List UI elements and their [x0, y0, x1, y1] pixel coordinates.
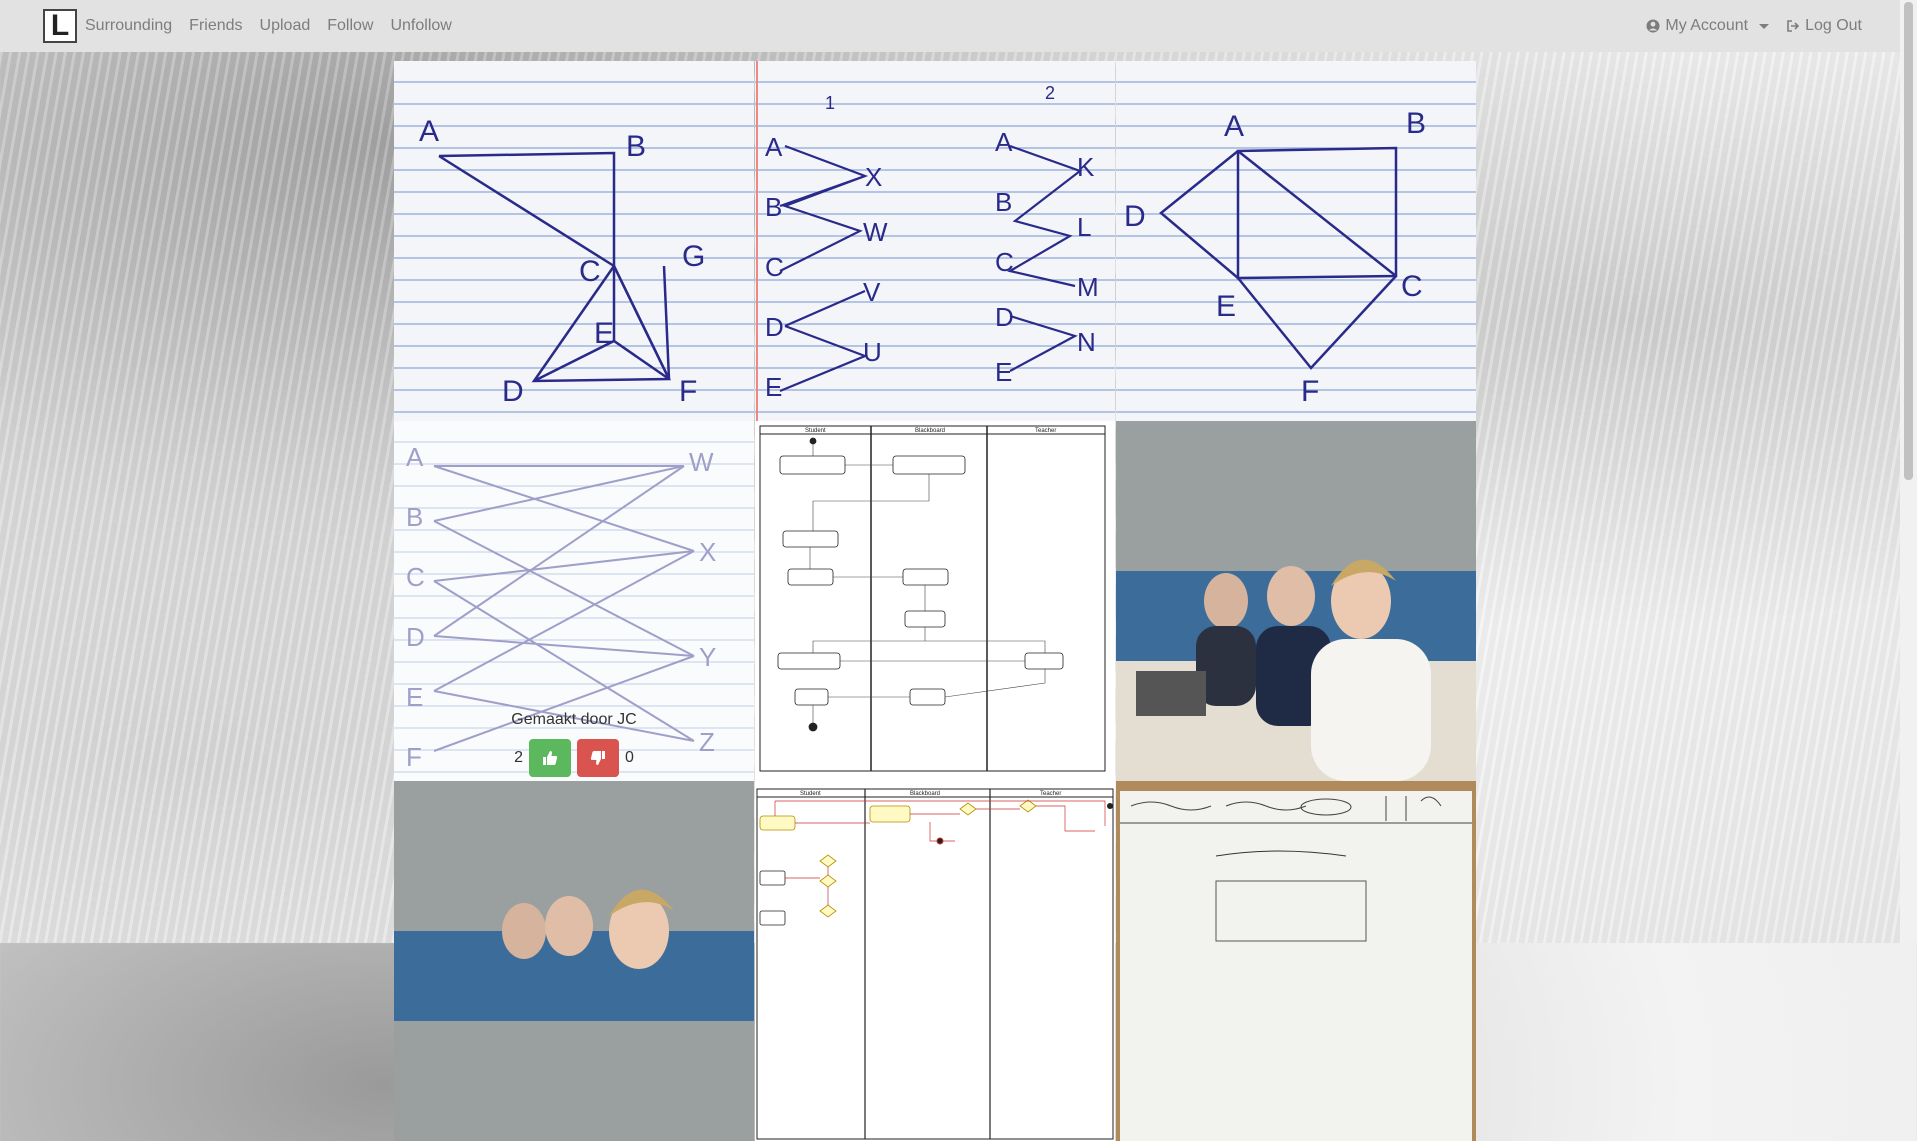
sketch-letter: D: [765, 312, 784, 342]
sign-out-icon: [1787, 20, 1800, 32]
my-account-label: My Account: [1665, 17, 1749, 34]
top-navbar: L Surrounding Friends Upload Follow Unfo…: [0, 0, 1900, 52]
sketch-letter: U: [863, 337, 882, 367]
sketch-letter: A: [765, 132, 783, 162]
sketch-letter: C: [1401, 270, 1423, 303]
sketch-letter: W: [863, 217, 888, 247]
sketch-letter: D: [1124, 200, 1146, 233]
page-scrollbar[interactable]: [1900, 0, 1917, 943]
photo-placeholder: [1116, 781, 1476, 1141]
sketch-letter: K: [1077, 152, 1095, 182]
lane-header: Blackboard: [910, 791, 940, 797]
sketch-letter: B: [995, 187, 1012, 217]
post-image-graph-1[interactable]: A B C G E D F: [394, 61, 754, 421]
sketch-letter: V: [863, 277, 881, 307]
photo-placeholder: [394, 781, 754, 1021]
lane-header: Student: [800, 791, 821, 797]
sketch-letter: G: [682, 240, 705, 273]
dislike-button[interactable]: [577, 739, 619, 777]
logout-link[interactable]: Log Out: [1786, 17, 1862, 35]
brand-logo[interactable]: L: [43, 9, 77, 43]
sketch-letter: D: [995, 302, 1014, 332]
post-image-group-photo-2[interactable]: [394, 781, 754, 1141]
lane-header: Teacher: [1040, 791, 1061, 797]
lane-header: Student: [805, 428, 826, 434]
sketch-letter: E: [765, 372, 782, 402]
lane-header: Blackboard: [915, 428, 945, 434]
thumbs-up-icon: [543, 751, 558, 765]
sketch-letter: L: [1077, 212, 1091, 242]
nav-friends[interactable]: Friends: [189, 17, 242, 35]
sketch-letter: B: [1406, 107, 1426, 140]
activity-diagram: Student Blackboard Teacher: [759, 425, 1106, 772]
sketch-letter: A: [995, 127, 1013, 157]
sketch-letter: N: [1077, 327, 1096, 357]
sketch-letter: D: [502, 375, 524, 408]
logo-letter: L: [50, 9, 70, 42]
sketch-letter: B: [626, 130, 646, 163]
post-image-activity-diagram-1[interactable]: Student Blackboard Teacher: [755, 421, 1115, 781]
activity-diagram: Student Blackboard Teacher: [756, 788, 1114, 1140]
scrollbar-thumb[interactable]: [1904, 2, 1913, 480]
sketch-letter: A: [1224, 110, 1244, 143]
sketch-letter: C: [995, 247, 1014, 277]
sketch-letter: E: [594, 317, 614, 350]
sketch-letter: E: [1216, 290, 1236, 323]
post-caption: Gemaakt door JC: [511, 711, 637, 728]
nav-surrounding[interactable]: Surrounding: [85, 17, 172, 35]
sketch-letter: E: [995, 357, 1012, 387]
like-count: 2: [514, 749, 523, 766]
sketch-letter: M: [1077, 272, 1099, 302]
post-image-group-photo-1[interactable]: [1116, 421, 1476, 781]
like-button[interactable]: [529, 739, 571, 777]
user-circle-icon: [1646, 19, 1660, 33]
post-image-graph-2[interactable]: A B D E C F: [1116, 61, 1476, 421]
nav-follow[interactable]: Follow: [327, 17, 373, 35]
caret-down-icon: [1759, 23, 1770, 29]
notebook-sketch: A B D E C F: [1116, 61, 1476, 421]
post-image-whiteboard[interactable]: [1116, 781, 1476, 1141]
vote-bar: 2 0: [394, 739, 754, 777]
nav-unfollow[interactable]: Unfollow: [390, 17, 451, 35]
sketch-letter: A: [419, 115, 439, 148]
logout-label: Log Out: [1805, 17, 1862, 34]
sketch-label: 2: [1045, 83, 1055, 103]
lane-header: Teacher: [1035, 428, 1056, 434]
sketch-letter: F: [1301, 375, 1319, 408]
sketch-label: 1: [825, 93, 835, 113]
dislike-count: 0: [625, 749, 634, 766]
post-image-bipartite-1[interactable]: 1 2 A B C D E X W V U A B C D E K L M N: [755, 61, 1115, 421]
sketch-letter: C: [579, 255, 601, 288]
sketch-letter: B: [765, 192, 782, 222]
my-account-dropdown[interactable]: My Account: [1646, 17, 1770, 35]
thumbs-down-icon: [590, 751, 605, 765]
sketch-letter: C: [765, 252, 784, 282]
sketch-letter: X: [865, 162, 882, 192]
post-image-activity-diagram-2[interactable]: Student Blackboard Teacher: [755, 781, 1115, 1141]
notebook-sketch: 1 2 A B C D E X W V U A B C D E K L M N: [755, 61, 1115, 421]
post-image-bipartite-2[interactable]: A B C D E F W X Y Z Gemaakt door JC 2 0: [394, 421, 754, 781]
post-grid: A B C G E D F 1 2 A B C D E X W V U A B …: [394, 61, 1476, 1141]
notebook-sketch: A B C G E D F: [394, 61, 754, 421]
nav-upload[interactable]: Upload: [260, 17, 311, 35]
photo-placeholder: [1116, 421, 1476, 781]
sketch-letter: F: [679, 375, 697, 408]
